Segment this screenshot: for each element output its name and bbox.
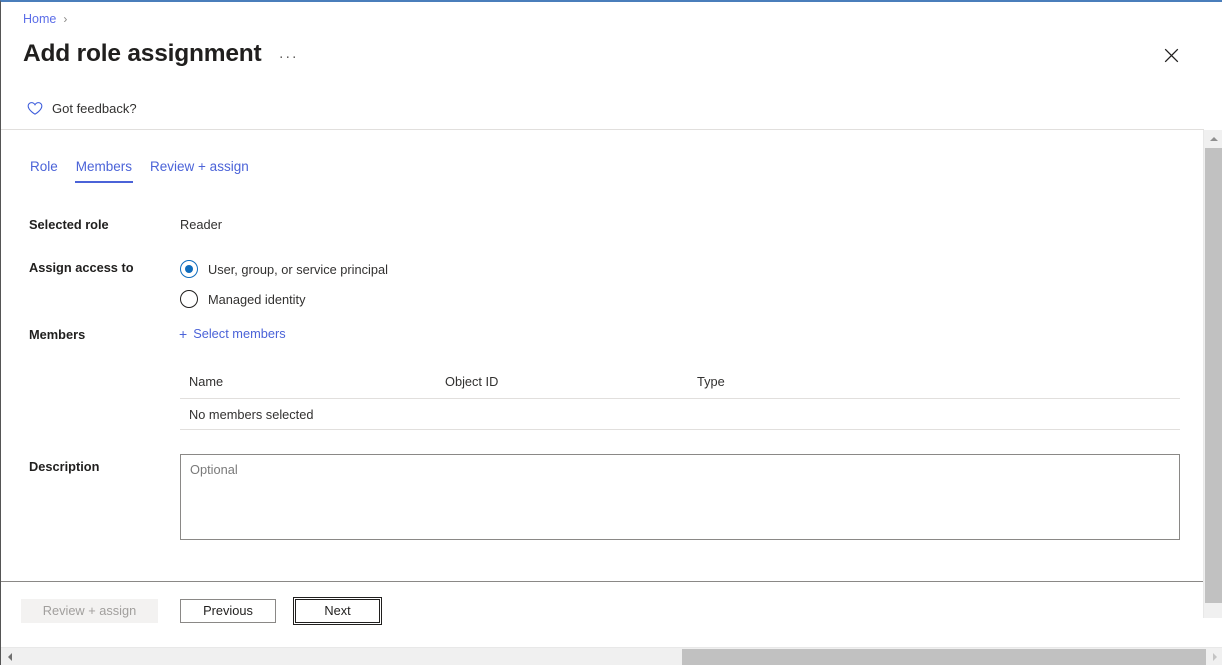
vertical-scrollbar[interactable] [1203, 130, 1222, 649]
header-divider [1, 129, 1204, 130]
members-label: Members [29, 327, 86, 342]
close-button[interactable] [1158, 42, 1184, 68]
radio-managed-identity[interactable]: Managed identity [180, 286, 388, 312]
members-table-header: Name Object ID Type [180, 374, 1180, 399]
blade-content: Home › Add role assignment ··· Got feedb… [1, 2, 1204, 649]
members-table-empty-row: No members selected [180, 399, 1180, 430]
assign-access-to-label: Assign access to [29, 260, 134, 275]
previous-button[interactable]: Previous [180, 599, 276, 623]
plus-icon: + [179, 325, 188, 342]
got-feedback-button[interactable]: Got feedback? [27, 101, 137, 116]
triangle-left-icon [7, 652, 12, 661]
chevron-right-icon: › [63, 12, 68, 26]
radio-managed-identity-label: Managed identity [208, 291, 306, 307]
close-icon [1164, 48, 1178, 62]
tab-members-label: Members [75, 159, 133, 174]
selected-role-label: Selected role [29, 217, 109, 232]
vertical-scrollbar-thumb[interactable] [1205, 148, 1222, 603]
no-members-selected-message: No members selected [189, 406, 314, 422]
scroll-right-button[interactable] [1206, 648, 1222, 665]
horizontal-scrollbar[interactable] [1, 647, 1222, 665]
radio-user-group-service-principal-label: User, group, or service principal [208, 261, 388, 277]
heart-icon [27, 101, 43, 116]
scroll-left-button[interactable] [1, 648, 18, 665]
triangle-up-icon [1209, 137, 1218, 141]
got-feedback-label: Got feedback? [52, 101, 137, 116]
select-members-button[interactable]: + Select members [179, 326, 286, 341]
radio-selected-icon [180, 260, 198, 278]
page-title: Add role assignment [23, 40, 262, 67]
breadcrumb-item-home[interactable]: Home [23, 12, 56, 26]
review-and-assign-button[interactable]: Review + assign [21, 599, 158, 623]
scroll-up-button[interactable] [1204, 130, 1222, 148]
tab-review-assign-label: Review + assign [150, 159, 249, 174]
selected-role-value: Reader [180, 217, 222, 232]
assign-access-to-radio-group: User, group, or service principal Manage… [180, 256, 388, 316]
scrollbar-corner [1203, 618, 1222, 647]
breadcrumb: Home › [23, 12, 67, 26]
blade-header: Home › Add role assignment ··· Got feedb… [1, 2, 1204, 130]
column-header-object-id[interactable]: Object ID [436, 374, 688, 389]
tab-review-assign[interactable]: Review + assign [141, 159, 258, 183]
column-header-name[interactable]: Name [180, 374, 436, 389]
tab-role-label: Role [30, 159, 58, 174]
azure-portal-blade: Home › Add role assignment ··· Got feedb… [0, 0, 1222, 665]
description-input[interactable] [180, 454, 1180, 540]
tab-members[interactable]: Members [67, 159, 141, 183]
title-row: Add role assignment ··· [23, 38, 302, 70]
triangle-right-icon [1212, 652, 1217, 661]
description-label: Description [29, 459, 100, 474]
horizontal-scrollbar-thumb[interactable] [682, 649, 1206, 665]
more-options-icon[interactable]: ··· [276, 43, 302, 69]
select-members-label: Select members [193, 326, 286, 341]
radio-unselected-icon [180, 290, 198, 308]
tab-role[interactable]: Role [25, 159, 67, 183]
radio-user-group-service-principal[interactable]: User, group, or service principal [180, 256, 388, 282]
column-header-type[interactable]: Type [688, 374, 1180, 389]
next-button[interactable]: Next [293, 597, 382, 625]
wizard-tabs: Role Members Review + assign [25, 159, 258, 183]
members-table: Name Object ID Type No members selected [180, 374, 1180, 430]
